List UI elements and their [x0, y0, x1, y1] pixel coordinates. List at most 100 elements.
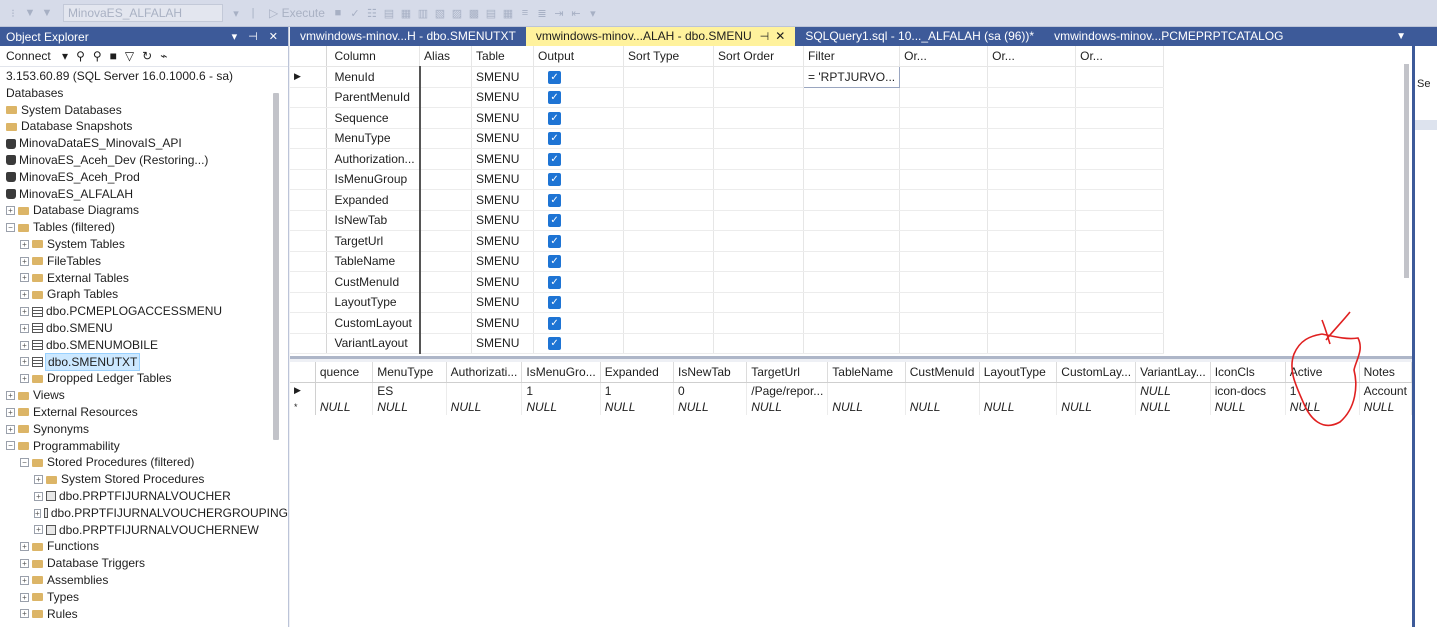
- document-tab[interactable]: vmwindows-minov...PCMEPRPTCATALOG: [1044, 27, 1293, 46]
- criteria-row[interactable]: IsNewTab SMENU ✓: [290, 210, 1165, 231]
- criteria-table-cell[interactable]: SMENU: [471, 107, 535, 129]
- results-column-header[interactable]: Expanded: [600, 362, 675, 383]
- document-tab[interactable]: SQLQuery1.sql - 10..._ALFALAH (sa (96))*: [795, 27, 1044, 46]
- criteria-scrollbar[interactable]: [1404, 64, 1409, 278]
- toolbar-icon[interactable]: ▾: [586, 7, 600, 20]
- results-cell[interactable]: [905, 382, 980, 399]
- criteria-column-cell[interactable]: CustomLayout: [326, 312, 421, 334]
- results-column-header[interactable]: Active: [1285, 362, 1360, 383]
- criteria-table-cell[interactable]: SMENU: [471, 312, 535, 334]
- expand-icon[interactable]: +: [6, 424, 15, 434]
- criteria-table-cell[interactable]: SMENU: [471, 230, 535, 252]
- criteria-column-header[interactable]: Filter: [803, 46, 901, 67]
- results-cell[interactable]: 0: [673, 382, 748, 399]
- criteria-or-cell[interactable]: [899, 66, 989, 88]
- tree-node[interactable]: + Database Diagrams: [0, 202, 288, 219]
- criteria-row[interactable]: ▶ MenuId SMENU ✓ = 'RPTJURVO...: [290, 66, 1165, 88]
- criteria-or-cell[interactable]: [987, 87, 1077, 108]
- criteria-filter-cell[interactable]: [803, 210, 901, 231]
- database-select[interactable]: MinovaES_ALFALAH: [63, 4, 223, 22]
- expand-icon[interactable]: +: [20, 273, 29, 283]
- results-cell[interactable]: NULL: [1359, 398, 1412, 415]
- tree-node[interactable]: + Functions: [0, 538, 288, 555]
- results-column-header[interactable]: CustomLay...: [1056, 362, 1137, 383]
- criteria-column-cell[interactable]: Expanded: [326, 189, 421, 211]
- expand-icon[interactable]: +: [34, 508, 41, 518]
- results-column-header[interactable]: quence: [315, 362, 374, 383]
- expand-icon[interactable]: +: [20, 575, 29, 585]
- tree-node[interactable]: MinovaES_Aceh_Dev (Restoring...): [0, 152, 288, 169]
- toolbar-icon[interactable]: ⁝: [6, 7, 20, 20]
- expand-icon[interactable]: +: [20, 307, 29, 317]
- tree-node[interactable]: + Graph Tables: [0, 286, 288, 303]
- expand-icon[interactable]: +: [20, 609, 29, 619]
- criteria-filter-cell[interactable]: [803, 251, 901, 272]
- criteria-sort-type-cell[interactable]: [623, 251, 715, 272]
- tree-node[interactable]: − Programmability: [0, 438, 288, 455]
- criteria-output-cell[interactable]: ✓: [533, 251, 625, 272]
- row-selector[interactable]: [290, 271, 327, 293]
- tab-list-dropdown-icon[interactable]: ▼: [1396, 31, 1406, 42]
- criteria-row[interactable]: Sequence SMENU ✓: [290, 107, 1165, 129]
- criteria-output-cell[interactable]: ✓: [533, 87, 625, 108]
- row-selector[interactable]: [290, 169, 327, 190]
- results-row[interactable]: * NULL NULL NULL NULL NULL NULL NULL NULL NULL NUL…: [290, 398, 1412, 415]
- criteria-table-cell[interactable]: SMENU: [471, 251, 535, 272]
- criteria-or-cell[interactable]: [1075, 230, 1165, 252]
- row-marker[interactable]: ▶: [290, 382, 316, 399]
- tree-node[interactable]: MinovaES_ALFALAH: [0, 186, 288, 203]
- tree-node[interactable]: + System Tables: [0, 236, 288, 253]
- tree-node[interactable]: + External Tables: [0, 270, 288, 287]
- criteria-column-cell[interactable]: MenuType: [326, 128, 421, 149]
- criteria-sort-type-cell[interactable]: [623, 230, 715, 252]
- output-checkbox[interactable]: ✓: [548, 337, 562, 351]
- stop-icon[interactable]: ■: [331, 7, 345, 19]
- expand-icon[interactable]: +: [6, 391, 15, 401]
- criteria-sort-type-cell[interactable]: [623, 169, 715, 190]
- expand-icon[interactable]: +: [20, 374, 29, 384]
- output-checkbox[interactable]: ✓: [548, 234, 562, 248]
- results-column-header[interactable]: LayoutType: [979, 362, 1058, 383]
- object-explorer-scrollbar[interactable]: [273, 93, 279, 440]
- criteria-alias-cell[interactable]: [419, 87, 473, 108]
- criteria-filter-cell[interactable]: [803, 148, 901, 170]
- criteria-column-header[interactable]: Table: [471, 46, 535, 67]
- criteria-or-cell[interactable]: [899, 169, 989, 190]
- results-cell[interactable]: NULL: [746, 398, 829, 415]
- disconnect-icon[interactable]: ⚲: [93, 49, 102, 63]
- criteria-or-cell[interactable]: [899, 189, 989, 211]
- results-column-header[interactable]: MenuType: [372, 362, 447, 383]
- toolbar-icon[interactable]: ▨: [450, 7, 464, 20]
- criteria-or-cell[interactable]: [1075, 128, 1165, 149]
- tree-node[interactable]: + dbo.SMENU: [0, 320, 288, 337]
- results-cell[interactable]: [827, 382, 906, 399]
- criteria-or-cell[interactable]: [899, 148, 989, 170]
- criteria-sort-order-cell[interactable]: [713, 148, 805, 170]
- criteria-sort-type-cell[interactable]: [623, 128, 715, 149]
- criteria-or-cell[interactable]: [987, 107, 1077, 129]
- results-cell[interactable]: NULL: [372, 398, 447, 415]
- results-cell[interactable]: NULL: [600, 398, 675, 415]
- criteria-or-cell[interactable]: [987, 66, 1077, 88]
- results-column-header[interactable]: IsNewTab: [673, 362, 748, 383]
- chevron-down-icon[interactable]: ▾: [229, 7, 243, 20]
- tree-node[interactable]: + Views: [0, 387, 288, 404]
- criteria-sort-order-cell[interactable]: [713, 251, 805, 272]
- criteria-table-cell[interactable]: SMENU: [471, 292, 535, 313]
- criteria-or-cell[interactable]: [987, 148, 1077, 170]
- criteria-sort-order-cell[interactable]: [713, 333, 805, 354]
- results-cell[interactable]: 1: [1285, 382, 1360, 399]
- results-column-header[interactable]: VariantLay...: [1135, 362, 1211, 383]
- criteria-filter-cell[interactable]: [803, 107, 901, 129]
- criteria-output-cell[interactable]: ✓: [533, 333, 625, 354]
- criteria-or-cell[interactable]: [899, 230, 989, 252]
- connect-button[interactable]: Connect ▾: [6, 49, 68, 63]
- criteria-table-cell[interactable]: SMENU: [471, 128, 535, 149]
- criteria-output-cell[interactable]: ✓: [533, 169, 625, 190]
- results-column-header[interactable]: Authorizati...: [446, 362, 523, 383]
- criteria-or-cell[interactable]: [987, 169, 1077, 190]
- criteria-column-cell[interactable]: ParentMenuId: [326, 87, 421, 108]
- criteria-alias-cell[interactable]: [419, 333, 473, 354]
- collapse-icon[interactable]: −: [6, 223, 15, 233]
- toolbar-icon[interactable]: ≣: [535, 7, 549, 20]
